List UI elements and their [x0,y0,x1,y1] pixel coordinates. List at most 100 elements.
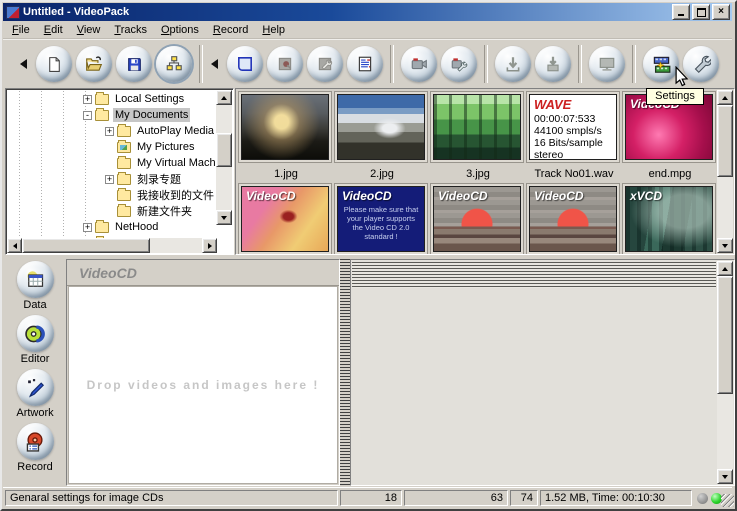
tree-horizontal-scrollbar[interactable] [7,238,217,253]
menu-options[interactable]: Options [154,22,206,38]
expand-icon[interactable]: + [83,94,92,104]
thumbnail-xvcd[interactable]: xVCD [623,184,715,254]
scroll-up-button[interactable] [216,90,232,105]
thumbnail-image[interactable]: VideoCD Please make sure that your playe… [335,184,427,254]
menu-record[interactable]: Record [206,22,255,38]
vertical-splitter[interactable] [340,259,350,486]
app-icon [6,5,20,19]
artwork-button[interactable] [16,369,54,406]
thumbnail-image[interactable]: VideoCD [431,184,523,254]
import-album-button[interactable] [535,46,571,82]
thumbnail-end-mpg[interactable]: VideoCD end.mpg [623,92,715,180]
capture-settings-button[interactable] [441,46,477,82]
track-list-button[interactable] [347,46,383,82]
editor-button[interactable] [16,315,54,352]
tree-item-my-documents[interactable]: - My Documents [7,107,215,123]
wave-samplerate: 44100 smpls/s [534,125,602,137]
mode-label: Editor [20,353,50,365]
mode-data[interactable]: Data [5,261,65,311]
import-down-icon-disabled [506,57,520,72]
thumbnail-image[interactable] [239,92,331,162]
thumbnail-videocd-sunset-2[interactable]: VideoCD [527,184,619,254]
tree-item-autoplay-media[interactable]: + AutoPlay Media Stu [7,123,215,139]
delete-album-button[interactable] [267,46,303,82]
thumbnail-videocd-sunset-1[interactable]: VideoCD [431,184,523,254]
thumbnail-videocd-snow[interactable]: VideoCD [239,184,331,254]
data-button[interactable] [16,261,54,298]
scroll-down-button[interactable] [717,469,733,484]
toolbar-collapse-button-2[interactable] [208,47,221,81]
menu-edit[interactable]: Edit [37,22,70,38]
tree-item-my-virtual-machines[interactable]: My Virtual Machines [7,155,215,171]
expand-icon[interactable]: + [105,126,114,136]
scroll-right-button[interactable] [202,238,217,253]
new-document-icon [48,56,60,72]
menu-view[interactable]: View [70,22,108,38]
scroll-thumb[interactable] [22,238,150,253]
thumbnail-wav-track[interactable]: WAVE 00:00:07:533 44100 smpls/s 16 Bits/… [527,92,619,180]
scroll-up-button[interactable] [717,261,733,276]
toolbar-separator [199,45,203,83]
record-button[interactable] [16,423,54,460]
capture-video-button[interactable] [401,46,437,82]
scroll-track[interactable] [216,105,232,133]
thumbnail-image[interactable]: xVCD [623,184,715,254]
track-list-vertical-scrollbar[interactable] [717,261,733,484]
tree-item-label: 新建文件夹 [137,206,192,218]
folder-icon [95,107,109,121]
expand-icon[interactable]: + [105,174,114,184]
mode-editor[interactable]: Editor [5,315,65,365]
scroll-track[interactable] [150,238,202,253]
expand-icon[interactable]: + [83,222,92,232]
thumbnail-2jpg[interactable]: 2.jpg [335,92,427,180]
thumbnail-image[interactable]: VideoCD [527,184,619,254]
open-project-button[interactable] [76,46,112,82]
new-project-button[interactable] [36,46,72,82]
thumbnail-3jpg[interactable]: 3.jpg [431,92,523,180]
album-drop-zone[interactable]: Drop videos and images here ! [68,286,338,484]
scroll-up-button[interactable] [717,90,733,105]
tree-item-burn-topics[interactable]: + 刻录专题 [7,171,215,187]
toolbar-collapse-button[interactable] [17,47,30,81]
tree-item-new-folder[interactable]: 新建文件夹 [7,203,215,219]
album-properties-button[interactable] [307,46,343,82]
maximize-button[interactable] [692,4,710,20]
scroll-track[interactable] [717,177,733,238]
scroll-track[interactable] [216,167,232,210]
tree-item-local-settings[interactable]: + Local Settings [7,91,215,107]
scroll-down-button[interactable] [717,238,733,253]
thumbnail-image[interactable] [431,92,523,162]
preview-button[interactable] [589,46,625,82]
wave-info-card[interactable]: WAVE 00:00:07:533 44100 smpls/s 16 Bits/… [527,92,619,162]
menu-file[interactable]: File [5,22,37,38]
tree-view-button[interactable] [156,46,192,82]
scroll-track[interactable] [717,394,733,469]
save-project-button[interactable] [116,46,152,82]
collapse-icon[interactable]: - [83,110,92,120]
folder-icon [117,171,131,185]
tree-item-received-files[interactable]: 我接收到的文件 [7,187,215,203]
import-track-button[interactable] [495,46,531,82]
tree-vertical-scrollbar[interactable] [216,90,232,240]
resize-grip[interactable] [721,494,734,507]
menu-help[interactable]: Help [255,22,292,38]
mode-artwork[interactable]: Artwork [5,369,65,419]
tree-item-nethood[interactable]: + NetHood [7,219,215,235]
thumbnail-image[interactable] [335,92,427,162]
close-button[interactable]: × [712,4,730,20]
scroll-thumb[interactable] [717,105,733,177]
thumbnail-videocd-notice[interactable]: VideoCD Please make sure that your playe… [335,184,427,254]
thumbnail-1jpg[interactable]: 1.jpg [239,92,331,180]
mode-record[interactable]: Record [5,423,65,473]
scroll-down-button[interactable] [216,210,232,225]
thumbnails-vertical-scrollbar[interactable] [717,90,733,253]
new-album-button[interactable] [227,46,263,82]
scroll-left-button[interactable] [7,238,22,253]
minimize-button[interactable] [672,4,690,20]
scroll-thumb[interactable] [717,276,733,394]
thumbnail-image[interactable]: VideoCD [239,184,331,254]
menu-tracks[interactable]: Tracks [107,22,154,38]
scroll-thumb[interactable] [216,133,232,167]
title-bar[interactable]: Untitled - VideoPack × [3,3,732,21]
tree-item-my-pictures[interactable]: My Pictures [7,139,215,155]
